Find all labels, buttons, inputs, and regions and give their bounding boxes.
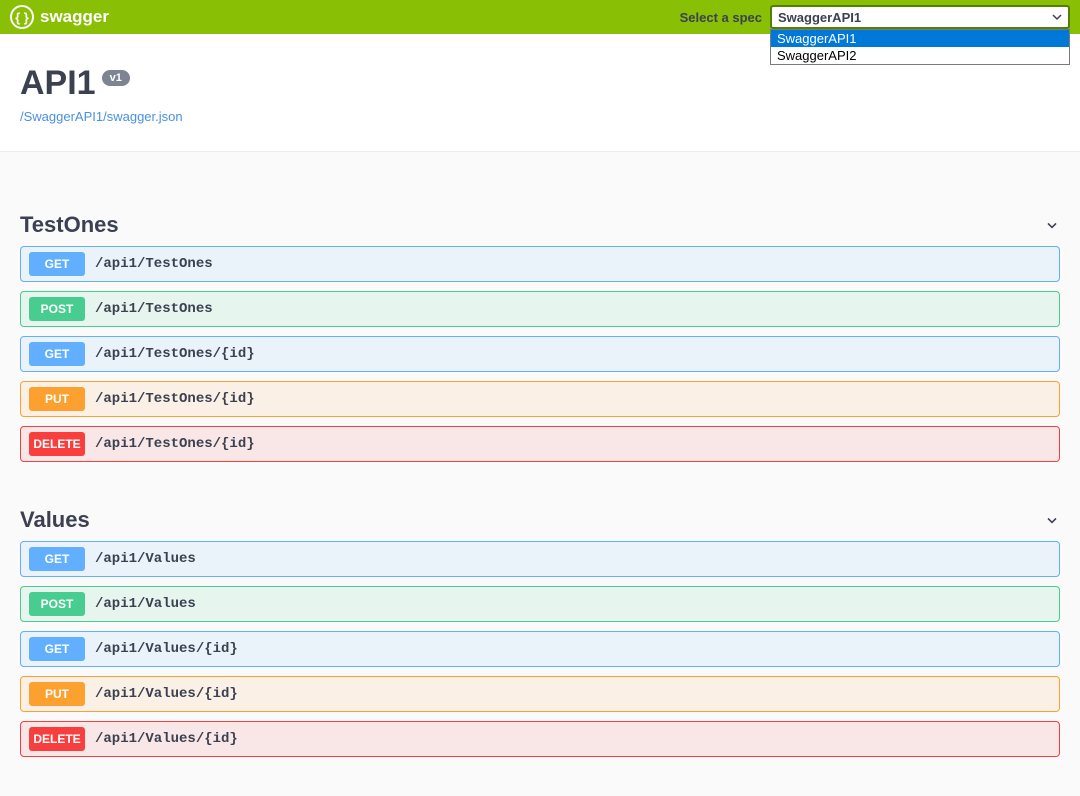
method-badge-get: GET	[29, 547, 85, 571]
spec-dropdown-list: SwaggerAPI1 SwaggerAPI2	[770, 29, 1070, 65]
method-badge-get: GET	[29, 252, 85, 276]
tag-header[interactable]: Values	[20, 507, 1060, 541]
spec-option[interactable]: SwaggerAPI2	[771, 47, 1069, 64]
operation-path: /api1/Values	[95, 596, 196, 612]
method-badge-put: PUT	[29, 387, 85, 411]
operation-path: /api1/TestOnes/{id}	[95, 436, 255, 452]
operation-row[interactable]: DELETE /api1/TestOnes/{id}	[20, 426, 1060, 462]
tag-section: Values GET /api1/Values POST /api1/Value…	[20, 507, 1060, 757]
spec-url-link[interactable]: /SwaggerAPI1/swagger.json	[20, 109, 183, 124]
method-badge-delete: DELETE	[29, 727, 85, 751]
chevron-down-icon	[1044, 217, 1060, 233]
method-badge-get: GET	[29, 637, 85, 661]
operation-row[interactable]: GET /api1/TestOnes	[20, 246, 1060, 282]
spec-select-label: Select a spec	[680, 10, 762, 25]
api-title: API1 v1	[20, 64, 1060, 103]
operation-path: /api1/Values	[95, 551, 196, 567]
operation-path: /api1/Values/{id}	[95, 641, 238, 657]
operation-row[interactable]: POST /api1/Values	[20, 586, 1060, 622]
swagger-logo-icon: { }	[10, 5, 34, 29]
operation-path: /api1/Values/{id}	[95, 731, 238, 747]
spec-option[interactable]: SwaggerAPI1	[771, 30, 1069, 47]
api-title-text: API1	[20, 64, 96, 103]
chevron-down-icon	[1044, 512, 1060, 528]
operation-row[interactable]: DELETE /api1/Values/{id}	[20, 721, 1060, 757]
method-badge-post: POST	[29, 297, 85, 321]
swagger-logo: { } swagger	[10, 5, 109, 29]
spec-selector: Select a spec	[680, 5, 1070, 29]
version-badge: v1	[102, 70, 130, 86]
method-badge-delete: DELETE	[29, 432, 85, 456]
tag-name: TestOnes	[20, 212, 119, 238]
topbar: { } swagger Select a spec SwaggerAPI1 Sw…	[0, 0, 1080, 34]
swagger-logo-text: swagger	[40, 7, 109, 27]
operation-row[interactable]: GET /api1/TestOnes/{id}	[20, 336, 1060, 372]
operation-row[interactable]: GET /api1/Values	[20, 541, 1060, 577]
spec-select-input[interactable]	[770, 5, 1070, 29]
operation-path: /api1/Values/{id}	[95, 686, 238, 702]
operation-path: /api1/TestOnes/{id}	[95, 391, 255, 407]
method-badge-post: POST	[29, 592, 85, 616]
tag-header[interactable]: TestOnes	[20, 212, 1060, 246]
operation-row[interactable]: PUT /api1/TestOnes/{id}	[20, 381, 1060, 417]
method-badge-get: GET	[29, 342, 85, 366]
operation-path: /api1/TestOnes/{id}	[95, 346, 255, 362]
operations-container: TestOnes GET /api1/TestOnes POST /api1/T…	[0, 152, 1080, 796]
operation-row[interactable]: POST /api1/TestOnes	[20, 291, 1060, 327]
method-badge-put: PUT	[29, 682, 85, 706]
operation-path: /api1/TestOnes	[95, 256, 213, 272]
tag-section: TestOnes GET /api1/TestOnes POST /api1/T…	[20, 212, 1060, 462]
operation-row[interactable]: GET /api1/Values/{id}	[20, 631, 1060, 667]
operation-row[interactable]: PUT /api1/Values/{id}	[20, 676, 1060, 712]
operation-path: /api1/TestOnes	[95, 301, 213, 317]
tag-name: Values	[20, 507, 90, 533]
